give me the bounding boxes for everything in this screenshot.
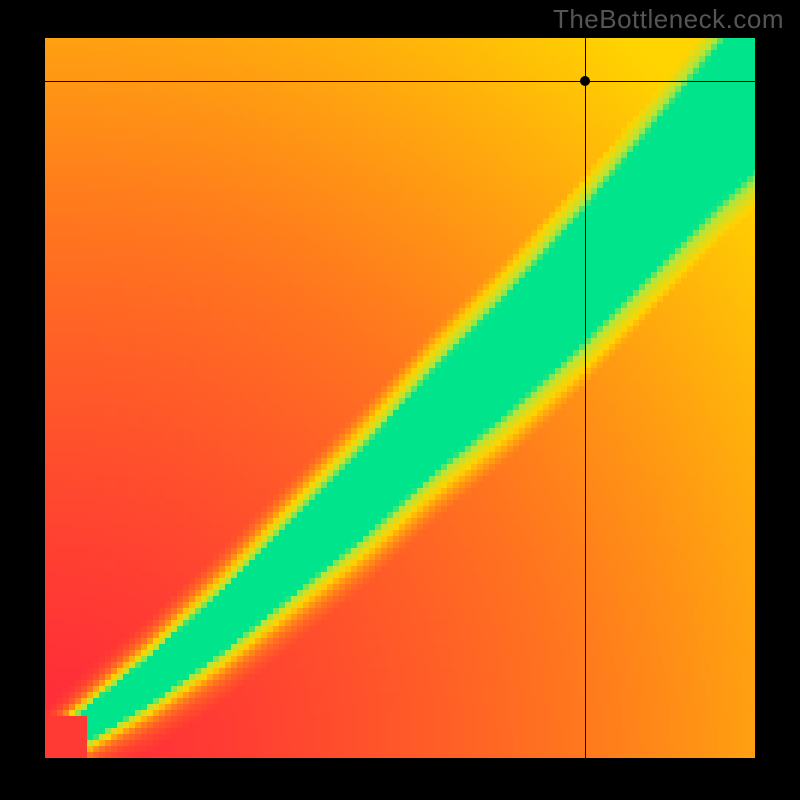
crosshair-vertical bbox=[585, 38, 586, 758]
heatmap-plot bbox=[45, 38, 755, 758]
crosshair-horizontal bbox=[45, 81, 755, 82]
heatmap-canvas bbox=[45, 38, 755, 758]
chart-frame: TheBottleneck.com bbox=[0, 0, 800, 800]
watermark-text: TheBottleneck.com bbox=[553, 4, 784, 35]
